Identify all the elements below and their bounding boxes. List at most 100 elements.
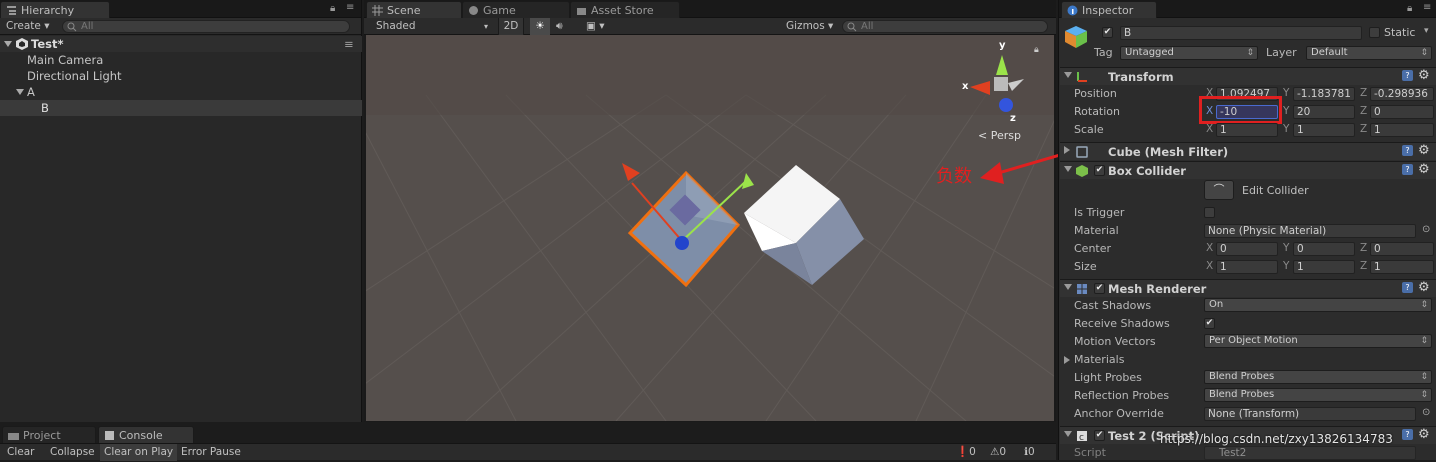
motion-vectors-dropdown[interactable]: Per Object Motion <box>1204 334 1432 348</box>
anchor-override-field[interactable]: None (Transform) <box>1204 407 1416 421</box>
position-y-field[interactable]: -1.183781 <box>1293 87 1355 101</box>
info-count[interactable]: ℹ0 <box>1024 444 1035 461</box>
gizmos-dropdown[interactable]: Gizmos ▾ <box>786 18 833 35</box>
tab-hierarchy[interactable]: Hierarchy <box>0 1 110 18</box>
cube-a-selected[interactable] <box>616 155 756 295</box>
hierarchy-item-directional-light[interactable]: Directional Light <box>0 68 362 84</box>
error-count[interactable]: ❗0 <box>956 444 976 461</box>
lock-icon[interactable]: 🔒︎ <box>330 3 335 14</box>
material-field[interactable]: None (Physic Material) <box>1204 224 1416 238</box>
size-x-field[interactable]: 1 <box>1216 260 1278 274</box>
static-checkbox[interactable] <box>1369 27 1380 38</box>
mesh-renderer-header[interactable]: ✔ Mesh Renderer ? ⚙ <box>1060 279 1436 297</box>
fold-arrow-icon[interactable] <box>1064 146 1070 154</box>
active-checkbox[interactable]: ✔ <box>1102 27 1113 38</box>
gear-icon[interactable]: ⚙ <box>1418 143 1430 158</box>
fold-arrow-icon[interactable] <box>1064 166 1072 172</box>
layer-dropdown[interactable]: Default <box>1306 46 1432 60</box>
center-z-field[interactable]: 0 <box>1370 242 1434 256</box>
cast-shadows-label: Cast Shadows <box>1074 299 1152 312</box>
console-error-pause-button[interactable]: Error Pause <box>181 444 241 461</box>
gear-icon[interactable]: ⚙ <box>1418 162 1430 177</box>
box-collider-header[interactable]: ✔ Box Collider ? ⚙ <box>1060 161 1436 179</box>
position-z-field[interactable]: -0.298936 <box>1370 87 1434 101</box>
warning-count[interactable]: ⚠0 <box>990 444 1006 461</box>
gizmo-lock-icon[interactable]: 🔒︎ <box>1034 45 1039 55</box>
lighting-toggle-icon[interactable]: ☀ <box>530 18 550 35</box>
effects-dropdown-icon[interactable]: ▣ ▾ <box>586 18 605 35</box>
lock-icon[interactable]: 🔒︎ <box>1407 3 1412 14</box>
rotation-z-field[interactable]: 0 <box>1370 105 1434 119</box>
help-book-icon[interactable]: ? <box>1402 145 1413 156</box>
size-label: Size <box>1074 260 1097 273</box>
scene-panel: Scene Game Asset Store Shaded ▾ 2D ☀ 🔊︎ ▣… <box>364 0 1056 422</box>
fold-arrow-icon[interactable] <box>1064 284 1072 290</box>
console-clear-on-play-button[interactable]: Clear on Play <box>100 444 178 461</box>
help-book-icon[interactable]: ? <box>1402 70 1413 81</box>
fold-arrow-icon[interactable] <box>4 41 12 47</box>
scene-menu-icon[interactable]: ≡ <box>344 36 354 52</box>
center-row: Center X 0 Y 0 Z 0 <box>1060 240 1436 258</box>
mesh-renderer-enabled-checkbox[interactable]: ✔ <box>1094 283 1105 294</box>
size-z-field[interactable]: 1 <box>1370 260 1434 274</box>
materials-row[interactable]: Materials <box>1060 351 1436 369</box>
hierarchy-item-b[interactable]: B <box>0 100 362 116</box>
center-y-field[interactable]: 0 <box>1293 242 1355 256</box>
mesh-filter-header[interactable]: Cube (Mesh Filter) ? ⚙ <box>1060 142 1436 160</box>
is-trigger-checkbox[interactable] <box>1204 207 1215 218</box>
panel-menu-icon[interactable]: ≡ <box>346 2 354 13</box>
axis-x-label: X <box>1206 242 1214 254</box>
scale-y-field[interactable]: 1 <box>1293 123 1355 137</box>
gear-icon[interactable]: ⚙ <box>1418 427 1430 442</box>
object-name-input[interactable]: B <box>1120 26 1362 40</box>
help-book-icon[interactable]: ? <box>1402 282 1413 293</box>
hierarchy-item-main-camera[interactable]: Main Camera <box>0 52 362 68</box>
create-button[interactable]: Create ▾ <box>6 18 50 35</box>
console-clear-button[interactable]: Clear <box>7 444 34 461</box>
tab-asset-store[interactable]: Asset Store <box>570 1 680 18</box>
hierarchy-search-input[interactable]: All <box>62 20 350 33</box>
size-y-field[interactable]: 1 <box>1293 260 1355 274</box>
fold-arrow-icon[interactable] <box>1064 356 1070 364</box>
scene-search-input[interactable]: All <box>842 20 1048 33</box>
rotation-y-field[interactable]: 20 <box>1293 105 1355 119</box>
object-picker-icon[interactable]: ⊙ <box>1422 407 1430 418</box>
2d-toggle-button[interactable]: 2D <box>498 18 524 35</box>
tag-dropdown[interactable]: Untagged <box>1120 46 1258 60</box>
center-x-field[interactable]: 0 <box>1216 242 1278 256</box>
reflection-probes-dropdown[interactable]: Blend Probes <box>1204 388 1432 402</box>
scene-root-row[interactable]: Test* ≡ <box>0 36 362 52</box>
shading-mode-dropdown[interactable]: Shaded ▾ <box>376 18 494 35</box>
unity-scene-icon <box>16 38 28 50</box>
tab-inspector[interactable]: Inspector <box>1061 1 1157 18</box>
tab-scene-label: Scene <box>387 4 421 17</box>
help-book-icon[interactable]: ? <box>1402 164 1413 175</box>
script-enabled-checkbox[interactable]: ✔ <box>1094 430 1105 441</box>
light-probes-dropdown[interactable]: Blend Probes <box>1204 370 1432 384</box>
scene-viewport[interactable]: y x z 🔒︎ < Persp <box>366 35 1054 421</box>
console-collapse-button[interactable]: Collapse <box>50 444 95 461</box>
hierarchy-item-a[interactable]: A <box>0 84 362 100</box>
transform-header[interactable]: Transform ? ⚙ <box>1060 67 1436 85</box>
receive-shadows-checkbox[interactable]: ✔ <box>1204 318 1215 329</box>
object-picker-icon[interactable]: ⊙ <box>1422 224 1430 235</box>
tab-scene[interactable]: Scene <box>366 1 462 18</box>
scale-z-field[interactable]: 1 <box>1370 123 1434 137</box>
tab-game[interactable]: Game <box>462 1 570 18</box>
gear-icon[interactable]: ⚙ <box>1418 68 1430 83</box>
edit-collider-button[interactable]: ⌒ <box>1204 180 1234 200</box>
fold-arrow-icon[interactable] <box>1064 72 1072 78</box>
help-book-icon[interactable]: ? <box>1402 429 1413 440</box>
panel-menu-icon[interactable]: ≡ <box>1423 2 1431 13</box>
cast-shadows-dropdown[interactable]: On <box>1204 298 1432 312</box>
tab-console[interactable]: Console <box>98 426 194 443</box>
static-dropdown-icon[interactable]: ▾ <box>1424 26 1429 36</box>
scale-x-field[interactable]: 1 <box>1216 123 1278 137</box>
gear-icon[interactable]: ⚙ <box>1418 280 1430 295</box>
tab-project[interactable]: Project <box>2 426 96 443</box>
audio-toggle-icon[interactable]: 🔊︎ <box>556 18 563 35</box>
fold-arrow-icon[interactable] <box>16 89 24 95</box>
box-collider-enabled-checkbox[interactable]: ✔ <box>1094 165 1105 176</box>
fold-arrow-icon[interactable] <box>1064 431 1072 437</box>
cube-b[interactable] <box>742 163 868 291</box>
